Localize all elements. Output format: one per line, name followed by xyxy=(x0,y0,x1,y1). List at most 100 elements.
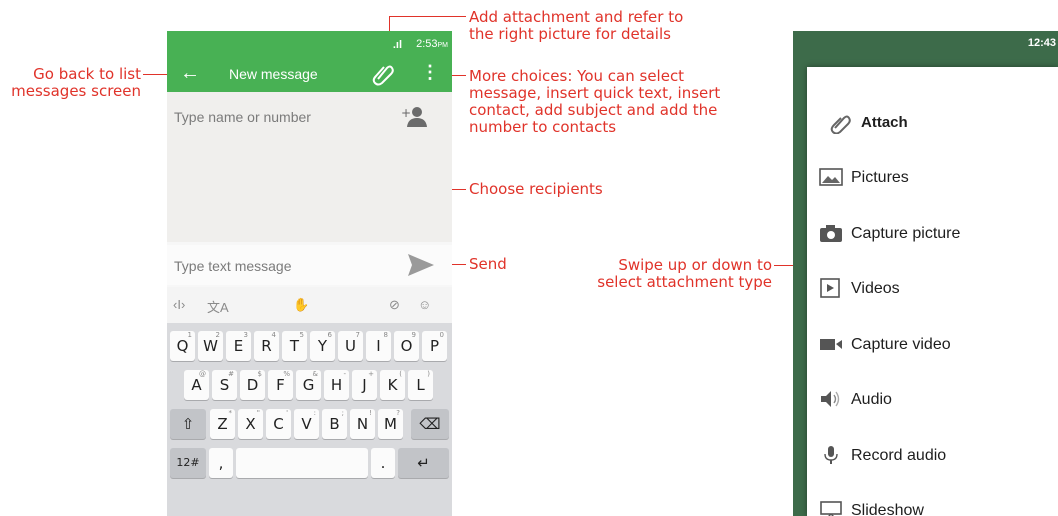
key-q[interactable]: Q1 xyxy=(170,331,195,361)
attach-option-slideshow[interactable]: Slideshow xyxy=(807,491,1058,516)
attach-option-videos[interactable]: Videos xyxy=(807,269,1058,309)
key-o[interactable]: O9 xyxy=(394,331,419,361)
enter-key[interactable]: ↵ xyxy=(398,448,449,478)
new-message-screen: .ıl 2:53PM ← New message ⋮ Type name or … xyxy=(167,31,452,516)
attach-menu-header: Attach xyxy=(807,103,1058,143)
attach-option-label: Pictures xyxy=(851,169,909,186)
compose-bar: Type text message xyxy=(167,245,452,285)
key-z[interactable]: Z * xyxy=(210,409,235,439)
key-f[interactable]: F% xyxy=(268,370,293,400)
key-hint: ) xyxy=(427,370,430,378)
attach-clip-icon[interactable] xyxy=(370,60,396,91)
attach-screen: 12:43 Attach Pictures Capture picture Vide… xyxy=(793,31,1058,516)
key-n[interactable]: N! xyxy=(350,409,375,439)
attach-option-label: Audio xyxy=(851,391,892,408)
status-bar: .ıl 2:53PM xyxy=(167,31,452,56)
status-time: 12:43 xyxy=(1027,37,1056,49)
backspace-key[interactable]: ⌫ xyxy=(411,409,449,439)
cursor-icon[interactable]: ‹I› xyxy=(173,297,185,312)
key-hint: 2 xyxy=(215,331,220,339)
attach-option-label: Capture picture xyxy=(851,224,961,242)
key-hint: & xyxy=(312,370,318,378)
key-b[interactable]: B; xyxy=(322,409,347,439)
key-hint: - xyxy=(343,370,346,378)
key-label: V xyxy=(301,415,312,433)
attach-option-capture-video[interactable]: Capture video xyxy=(807,325,1058,365)
key-p[interactable]: P0 xyxy=(422,331,447,361)
key-h[interactable]: H- xyxy=(324,370,349,400)
numbers-key[interactable]: 12# xyxy=(170,448,206,478)
attach-option-audio[interactable]: Audio xyxy=(807,380,1058,420)
camera-icon xyxy=(819,223,843,245)
key-hint: 1 xyxy=(187,331,192,339)
translate-icon[interactable]: 文A xyxy=(207,297,229,316)
key-d[interactable]: D $ xyxy=(240,370,265,400)
key-label: Y xyxy=(317,337,328,355)
key-hint: ? xyxy=(396,409,400,417)
gesture-icon[interactable]: ✋ xyxy=(293,297,309,313)
key-hint: 3 xyxy=(243,331,248,339)
key-hint: $ xyxy=(257,370,262,378)
page-title: New message xyxy=(229,66,318,82)
paperclip-icon xyxy=(829,112,853,135)
annotation-recipients: Choose recipients xyxy=(469,180,603,198)
key-m[interactable]: M? xyxy=(378,409,403,439)
key-l[interactable]: L) xyxy=(408,370,433,400)
hide-icon[interactable]: ⊘ xyxy=(389,297,400,313)
key-k[interactable]: K( xyxy=(380,370,405,400)
key-x[interactable]: X " xyxy=(238,409,263,439)
key-label: T xyxy=(289,337,300,355)
attach-option-pictures[interactable]: Pictures xyxy=(807,158,1058,198)
key-c[interactable]: C ' xyxy=(266,409,291,439)
leader-attach-h xyxy=(389,16,466,17)
key-e[interactable]: E3 xyxy=(226,331,251,361)
keyboard-row-3: ⇧ Z * X " C ' V: B; N! M? ⌫ xyxy=(167,409,452,443)
attach-option-record-audio[interactable]: Record audio xyxy=(807,436,1058,476)
key-y[interactable]: Y6 xyxy=(310,331,335,361)
message-input[interactable]: Type text message xyxy=(174,258,292,274)
key-r[interactable]: R4 xyxy=(254,331,279,361)
space-key[interactable] xyxy=(236,448,368,478)
key-hint: ; xyxy=(341,409,344,417)
key-label: J xyxy=(362,376,367,394)
key-hint: 6 xyxy=(327,331,332,339)
key-a[interactable]: A @ xyxy=(184,370,209,400)
slideshow-icon xyxy=(819,500,843,516)
key-hint: : xyxy=(313,409,316,417)
comma-key[interactable]: , xyxy=(209,448,233,478)
key-hint: 9 xyxy=(411,331,416,339)
recipient-input[interactable]: Type name or number xyxy=(174,109,311,125)
key-j[interactable]: J + xyxy=(352,370,377,400)
key-i[interactable]: I8 xyxy=(366,331,391,361)
key-label: I xyxy=(376,337,381,355)
videocam-icon xyxy=(819,334,843,356)
key-v[interactable]: V: xyxy=(294,409,319,439)
key-u[interactable]: U7 xyxy=(338,331,363,361)
key-hint: # xyxy=(228,370,234,378)
shift-key[interactable]: ⇧ xyxy=(170,409,206,439)
speaker-icon xyxy=(819,389,843,411)
add-person-icon[interactable]: + xyxy=(401,106,427,133)
keyboard-row-4: 12# , . ↵ xyxy=(167,448,452,482)
key-label: H xyxy=(330,376,343,394)
key-hint: ! xyxy=(369,409,372,417)
key-t[interactable]: T5 xyxy=(282,331,307,361)
key-hint: 0 xyxy=(439,331,444,339)
attach-menu-title: Attach xyxy=(861,114,908,131)
soft-keyboard: Q1W2E3R4T5Y6U7I8O9P0 A @ S # D $ F% G & H - J + K(L) … xyxy=(167,323,452,516)
key-label: U xyxy=(345,337,356,355)
key-g[interactable]: G & xyxy=(296,370,321,400)
more-options-icon[interactable]: ⋮ xyxy=(421,63,439,81)
key-s[interactable]: S # xyxy=(212,370,237,400)
key-w[interactable]: W2 xyxy=(198,331,223,361)
back-arrow-icon[interactable]: ← xyxy=(180,62,200,85)
emoji-icon[interactable]: ☺ xyxy=(418,297,431,312)
period-key[interactable]: . xyxy=(371,448,395,478)
svg-text:+: + xyxy=(401,106,411,120)
key-label: C xyxy=(273,415,284,433)
attach-option-capture-picture[interactable]: Capture picture xyxy=(807,214,1058,254)
send-icon[interactable] xyxy=(407,253,435,282)
status-time: 2:53PM xyxy=(416,38,448,50)
key-label: B xyxy=(329,415,340,433)
keyboard-toolbar: ‹I› 文A ✋ ⊘ ☺ xyxy=(167,287,452,323)
